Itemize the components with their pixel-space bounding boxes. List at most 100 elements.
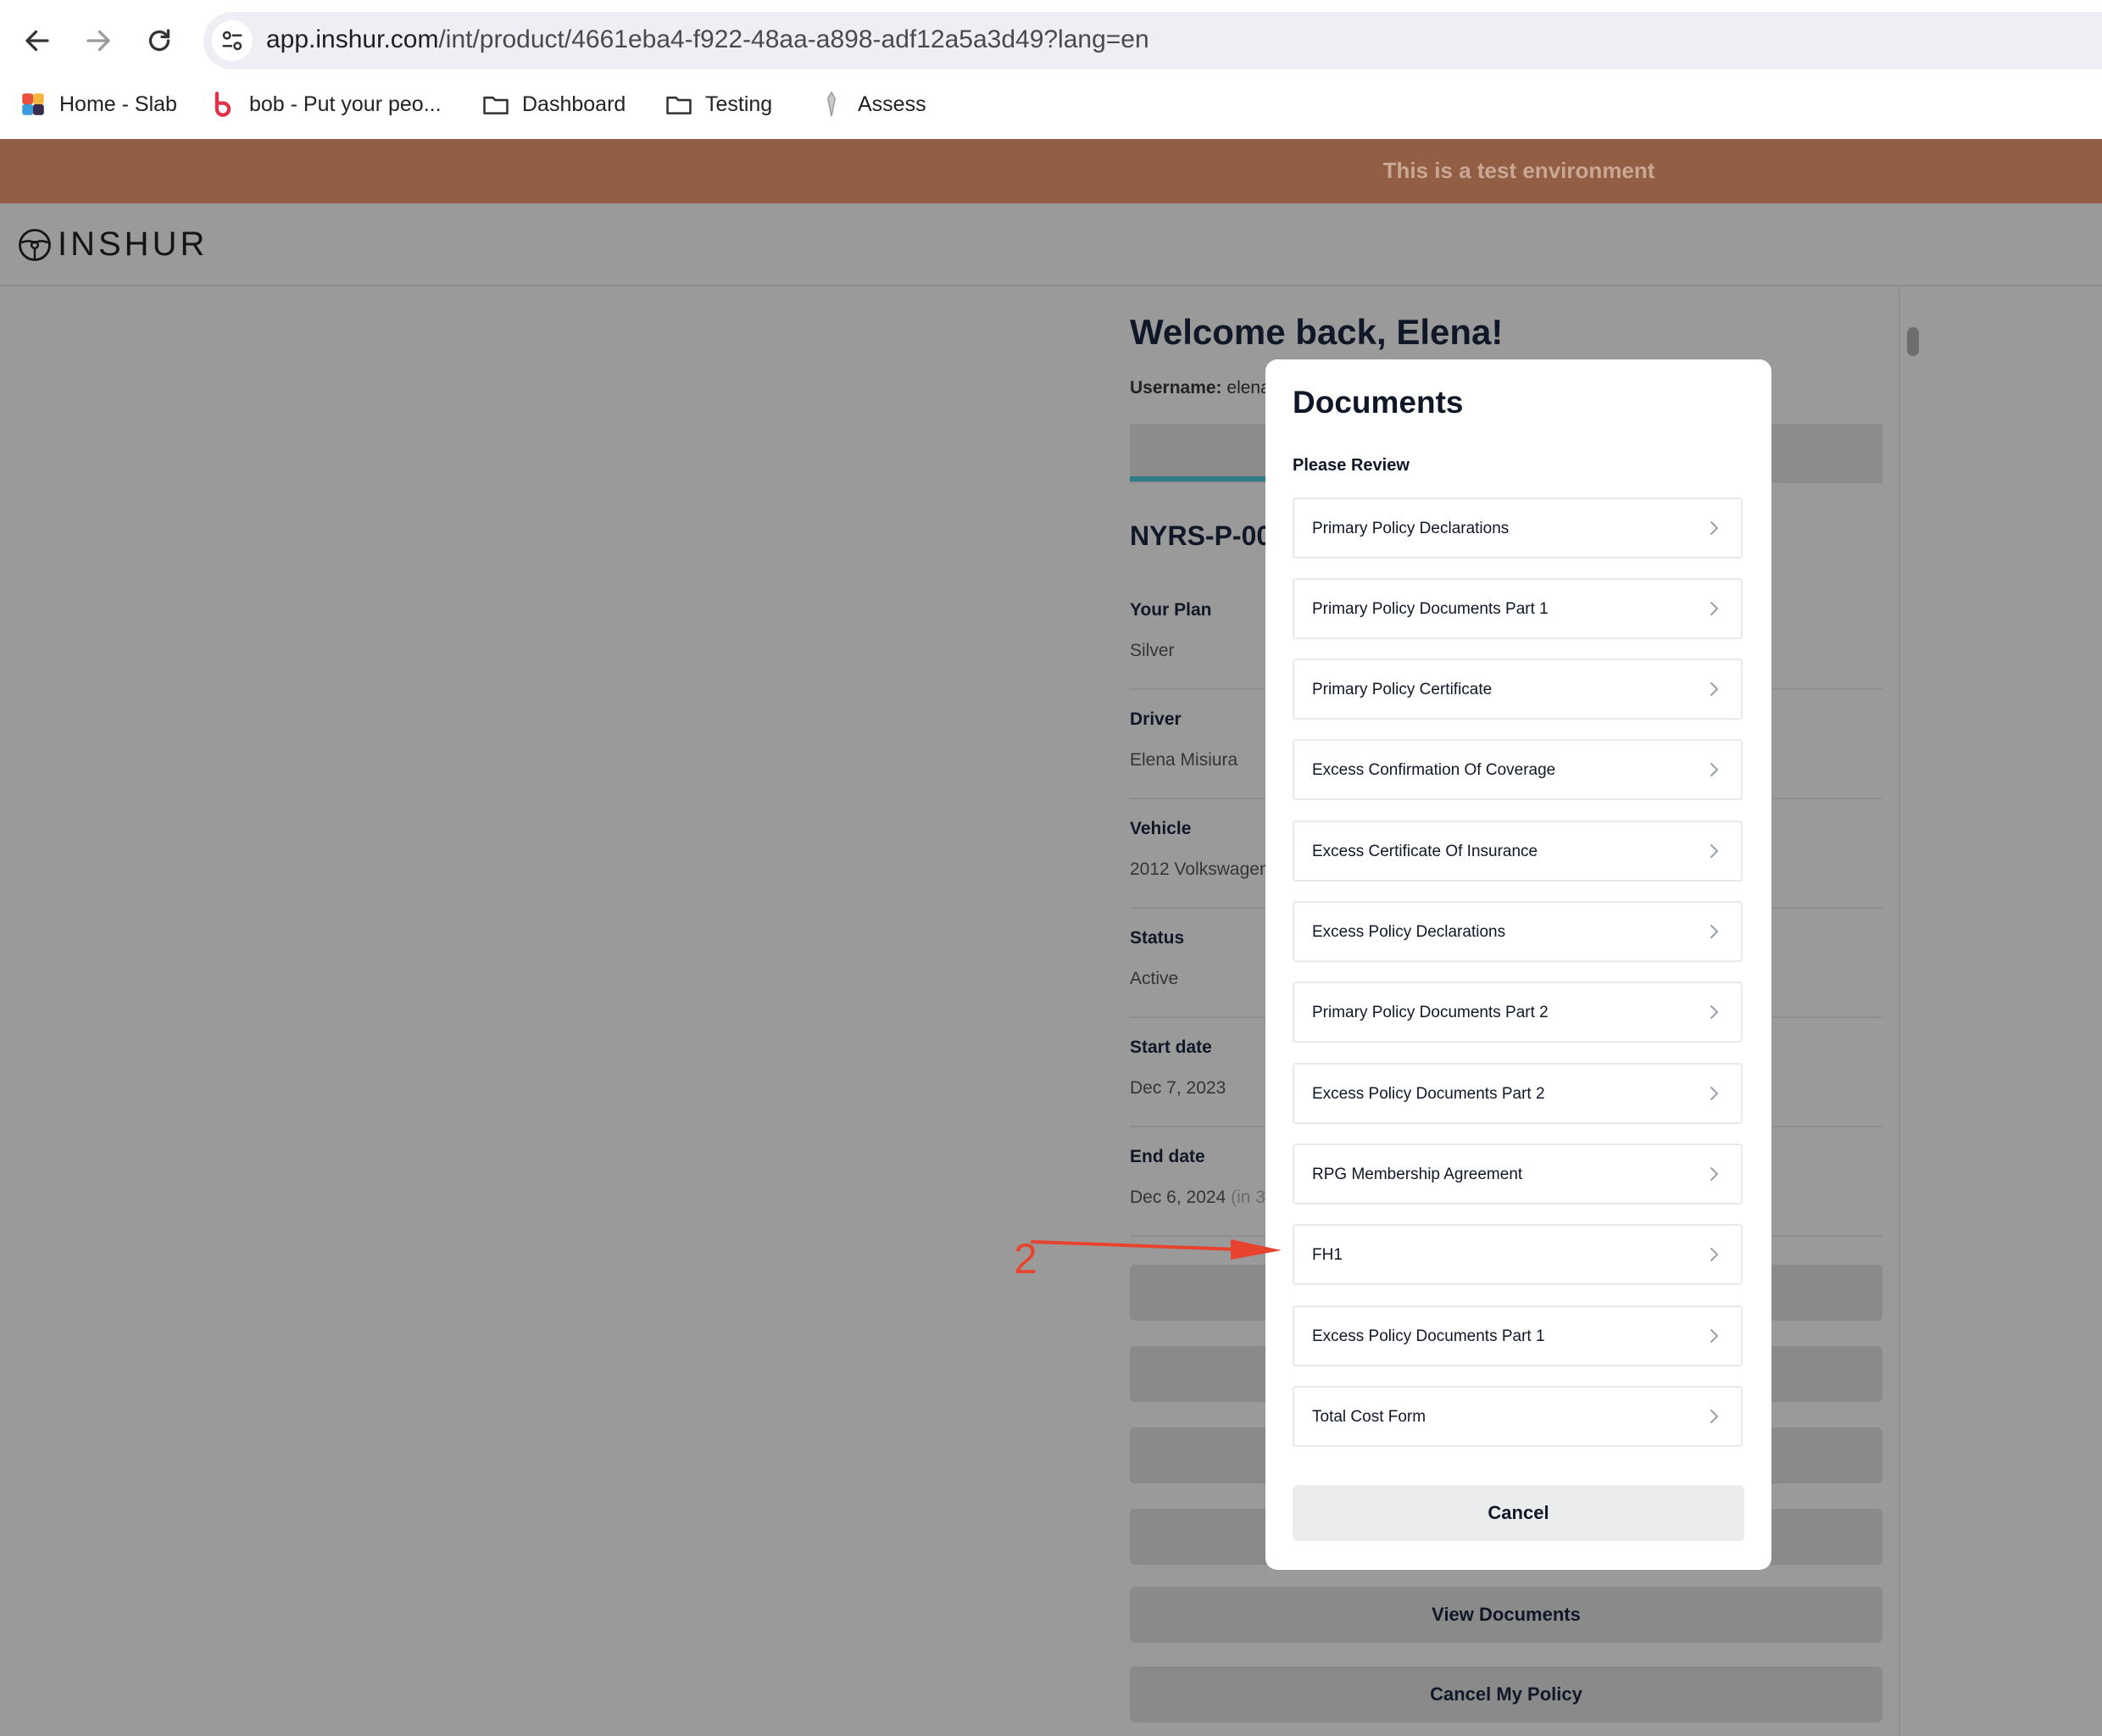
bookmark-bob[interactable]: bob - Put your peo... bbox=[209, 83, 442, 125]
arrow-right-icon bbox=[86, 30, 110, 52]
document-label: Primary Policy Documents Part 2 bbox=[1312, 1004, 1549, 1021]
modal-title: Documents bbox=[1293, 385, 1464, 420]
back-button[interactable] bbox=[15, 19, 59, 63]
username-label: Username: bbox=[1130, 378, 1222, 398]
username-line: Username: elena bbox=[1130, 378, 1271, 398]
documents-modal: Documents Please Review Primary Policy D… bbox=[1265, 359, 1771, 1570]
document-label: RPG Membership Agreement bbox=[1312, 1166, 1523, 1183]
address-bar[interactable]: app.inshur.com/int/product/4661eba4-f922… bbox=[203, 12, 2102, 70]
logo-text: INSHUR bbox=[58, 225, 209, 263]
field-value: Silver bbox=[1130, 641, 1175, 661]
forward-button[interactable] bbox=[76, 19, 120, 63]
document-item[interactable]: Primary Policy Documents Part 2 bbox=[1293, 982, 1743, 1043]
chevron-right-icon bbox=[1710, 521, 1718, 535]
browser-chrome: app.inshur.com/int/product/4661eba4-f922… bbox=[0, 0, 2102, 139]
test-environment-banner: This is a test environment bbox=[0, 139, 2102, 203]
document-label: Excess Policy Documents Part 2 bbox=[1312, 1085, 1545, 1103]
url-path: /int/product/4661eba4-f922-48aa-a898-adf… bbox=[438, 25, 1149, 53]
scrollbar-track[interactable] bbox=[1899, 287, 1926, 1736]
document-item[interactable]: Excess Confirmation Of Coverage bbox=[1293, 739, 1743, 800]
bookmark-dashboard[interactable]: Dashboard bbox=[481, 83, 626, 125]
view-documents-button[interactable]: View Documents bbox=[1130, 1587, 1882, 1643]
inshur-logo[interactable]: INSHUR bbox=[17, 225, 208, 264]
field-value-text: Dec 7, 2023 bbox=[1130, 1078, 1226, 1098]
chevron-right-icon bbox=[1710, 925, 1718, 938]
chevron-right-icon bbox=[1710, 1005, 1718, 1019]
field-value-text: Active bbox=[1130, 969, 1179, 988]
field-value: Dec 7, 2023 bbox=[1130, 1078, 1226, 1099]
tune-icon bbox=[222, 31, 242, 51]
document-label: Primary Policy Certificate bbox=[1312, 681, 1493, 698]
annotation-arrow: 2 bbox=[1014, 1235, 1282, 1283]
field-value: Dec 6, 2024 (in 3 bbox=[1130, 1188, 1265, 1208]
document-label: Primary Policy Declarations bbox=[1312, 520, 1510, 537]
site-header: INSHUR bbox=[0, 203, 2102, 287]
username-value: elena bbox=[1226, 378, 1271, 398]
field-label: Start date bbox=[1130, 1038, 1212, 1057]
field-value: Active bbox=[1130, 969, 1178, 989]
chevron-right-icon bbox=[1710, 1248, 1718, 1261]
url-text: app.inshur.com/int/product/4661eba4-f922… bbox=[266, 25, 1149, 54]
field-value-note: (in 3 bbox=[1231, 1188, 1265, 1207]
document-label: FH1 bbox=[1312, 1246, 1343, 1264]
bookmarks-bar: Home - Slab bob - Put your peo... Dashbo… bbox=[0, 83, 2102, 125]
arrow-left-icon bbox=[25, 30, 49, 52]
chevron-right-icon bbox=[1710, 1329, 1718, 1343]
welcome-heading: Welcome back, Elena! bbox=[1130, 312, 1504, 352]
document-item[interactable]: Total Cost Form bbox=[1293, 1386, 1743, 1447]
field-value-text: Dec 6, 2024 bbox=[1130, 1188, 1226, 1207]
document-item[interactable]: Primary Policy Declarations bbox=[1293, 498, 1743, 559]
chevron-right-icon bbox=[1710, 1410, 1718, 1423]
chevron-right-icon bbox=[1710, 682, 1718, 696]
bookmark-label: Testing bbox=[705, 92, 773, 116]
url-host: app.inshur.com bbox=[266, 25, 439, 53]
chevron-right-icon bbox=[1710, 763, 1718, 776]
field-value-text: Elena Misiura bbox=[1130, 750, 1238, 770]
folder-icon bbox=[481, 90, 510, 119]
policy-number: NYRS-P-00 bbox=[1130, 520, 1272, 551]
field-value: 2012 Volkswagen bbox=[1130, 860, 1270, 880]
bookmark-label: Assess bbox=[858, 92, 926, 116]
bookmark-label: Home - Slab bbox=[59, 92, 177, 116]
chevron-right-icon bbox=[1710, 844, 1718, 858]
field-value-text: 2012 Volkswagen bbox=[1130, 860, 1270, 879]
reload-icon bbox=[148, 29, 170, 52]
field-label: Vehicle bbox=[1130, 819, 1192, 838]
document-item[interactable]: Excess Policy Declarations bbox=[1293, 901, 1743, 962]
chevron-right-icon bbox=[1710, 602, 1718, 615]
scrollbar-thumb[interactable] bbox=[1907, 327, 1919, 356]
folder-icon bbox=[665, 90, 693, 119]
document-label: Excess Policy Documents Part 1 bbox=[1312, 1327, 1545, 1345]
bookmark-label: Dashboard bbox=[522, 92, 626, 116]
field-label: Status bbox=[1130, 928, 1185, 948]
bob-logo-icon bbox=[209, 90, 237, 119]
chevron-right-icon bbox=[1710, 1167, 1718, 1181]
field-label: End date bbox=[1130, 1147, 1205, 1166]
document-label: Excess Policy Declarations bbox=[1312, 923, 1506, 941]
document-item[interactable]: Excess Policy Documents Part 1 bbox=[1293, 1305, 1743, 1366]
reload-button[interactable] bbox=[137, 19, 181, 63]
bookmark-label: bob - Put your peo... bbox=[249, 92, 442, 116]
document-item[interactable]: FH1 bbox=[1293, 1224, 1743, 1285]
modal-subtitle: Please Review bbox=[1293, 456, 1410, 475]
bookmark-home-slab[interactable]: Home - Slab bbox=[19, 83, 177, 125]
field-value: Elena Misiura bbox=[1130, 750, 1237, 771]
site-info-button[interactable] bbox=[212, 20, 253, 61]
steering-wheel-icon bbox=[19, 228, 51, 261]
field-label: Driver bbox=[1130, 709, 1182, 729]
cancel-button[interactable]: Cancel bbox=[1293, 1485, 1744, 1541]
chevron-right-icon bbox=[1710, 1087, 1718, 1100]
document-label: Excess Certificate Of Insurance bbox=[1312, 843, 1538, 860]
document-item[interactable]: Excess Certificate Of Insurance bbox=[1293, 821, 1743, 882]
bookmark-assess[interactable]: Assess bbox=[817, 83, 926, 125]
document-item[interactable]: Primary Policy Certificate bbox=[1293, 659, 1743, 720]
assess-logo-icon bbox=[817, 90, 846, 119]
document-item[interactable]: Excess Policy Documents Part 2 bbox=[1293, 1063, 1743, 1124]
cancel-my-policy-button[interactable]: Cancel My Policy bbox=[1130, 1666, 1882, 1722]
document-item[interactable]: Primary Policy Documents Part 1 bbox=[1293, 578, 1743, 639]
document-label: Excess Confirmation Of Coverage bbox=[1312, 761, 1556, 779]
document-label: Primary Policy Documents Part 1 bbox=[1312, 600, 1549, 618]
document-item[interactable]: RPG Membership Agreement bbox=[1293, 1143, 1743, 1205]
bookmark-testing[interactable]: Testing bbox=[665, 83, 772, 125]
slab-logo-icon bbox=[19, 90, 47, 119]
